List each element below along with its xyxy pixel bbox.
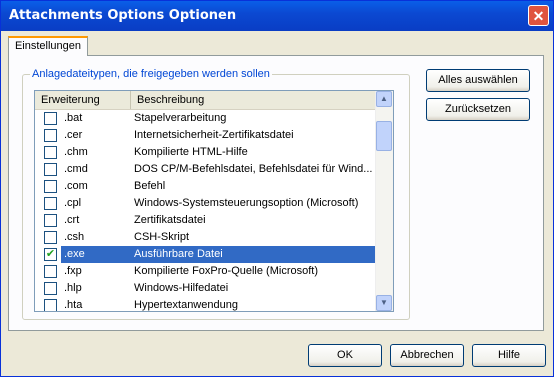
description-cell: Kompilierte HTML-Hilfe xyxy=(134,146,248,158)
list-item[interactable]: .cpl Windows-Systemsteuerungsoption (Micr… xyxy=(35,195,377,212)
description-cell: Hypertextanwendung xyxy=(134,299,238,311)
arrow-down-icon: ▼ xyxy=(380,298,388,307)
list-item[interactable]: .bat Stapelverarbeitung xyxy=(35,110,377,127)
list-item[interactable]: .cer Internetsicherheit-Zertifikatsdatei xyxy=(35,127,377,144)
list-item[interactable]: ✔ .exe Ausführbare Datei xyxy=(35,246,377,263)
ok-button[interactable]: OK xyxy=(308,344,382,367)
extension-cell: .com xyxy=(64,180,88,192)
row-checkbox[interactable] xyxy=(44,163,57,176)
description-cell: DOS CP/M-Befehlsdatei, Befehlsdatei für … xyxy=(134,163,373,175)
extension-cell: .cmd xyxy=(64,163,88,175)
close-icon: ✕ xyxy=(532,8,545,24)
list-item[interactable]: .com Befehl xyxy=(35,178,377,195)
list-item[interactable]: .crt Zertifikatsdatei xyxy=(35,212,377,229)
list-item[interactable]: .hta Hypertextanwendung xyxy=(35,297,377,311)
column-header-description[interactable]: Beschreibung xyxy=(131,91,377,109)
description-cell: CSH-Skript xyxy=(134,231,190,243)
row-checkbox[interactable] xyxy=(44,112,57,125)
description-cell: Kompilierte FoxPro-Quelle (Microsoft) xyxy=(134,265,318,277)
row-checkbox[interactable] xyxy=(44,231,57,244)
row-checkbox[interactable] xyxy=(44,197,57,210)
window-title: Attachments Options Optionen xyxy=(9,8,237,23)
description-cell: Zertifikatsdatei xyxy=(134,214,206,226)
scroll-thumb[interactable] xyxy=(376,121,392,151)
extension-cell: .fxp xyxy=(64,265,82,277)
description-cell: Stapelverarbeitung xyxy=(134,112,227,124)
reset-button[interactable]: Zurücksetzen xyxy=(426,98,530,121)
description-cell: Windows-Hilfedatei xyxy=(134,282,229,294)
extension-cell: .cpl xyxy=(64,197,82,209)
scroll-up-button[interactable]: ▲ xyxy=(376,91,392,107)
column-header-extension[interactable]: Erweiterung xyxy=(35,91,131,109)
list-item[interactable]: .chm Kompilierte HTML-Hilfe xyxy=(35,144,377,161)
row-checkbox[interactable] xyxy=(44,282,57,295)
extension-cell: .hta xyxy=(64,299,83,311)
checkmark-icon: ✔ xyxy=(45,248,56,260)
extension-cell: .csh xyxy=(64,231,85,243)
cancel-button[interactable]: Abbrechen xyxy=(390,344,464,367)
list-item[interactable]: .fxp Kompilierte FoxPro-Quelle (Microsoft… xyxy=(35,263,377,280)
description-cell: Befehl xyxy=(134,180,166,192)
help-button[interactable]: Hilfe xyxy=(472,344,546,367)
row-checkbox[interactable]: ✔ xyxy=(44,248,57,261)
group-label: Anlagedateitypen, die freigegeben werden… xyxy=(30,68,272,80)
description-cell: Ausführbare Datei xyxy=(131,246,377,263)
list-item[interactable]: .hlp Windows-Hilfedatei xyxy=(35,280,377,297)
extension-cell: .chm xyxy=(64,146,88,158)
extension-cell: .crt xyxy=(64,214,80,226)
extension-cell: .bat xyxy=(64,112,83,124)
tab-einstellungen[interactable]: Einstellungen xyxy=(8,36,88,56)
row-checkbox[interactable] xyxy=(44,146,57,159)
arrow-up-icon: ▲ xyxy=(380,94,388,103)
list-header: Erweiterung Beschreibung xyxy=(35,91,377,110)
vertical-scrollbar[interactable]: ▲ ▼ xyxy=(375,91,393,311)
extension-cell: .cer xyxy=(64,129,83,141)
close-button[interactable]: ✕ xyxy=(528,5,549,26)
file-types-list[interactable]: Erweiterung Beschreibung .bat Stapelverar… xyxy=(34,90,394,312)
extension-cell: .exe xyxy=(61,246,131,263)
row-checkbox[interactable] xyxy=(44,180,57,193)
list-item[interactable]: .csh CSH-Skript xyxy=(35,229,377,246)
select-all-button[interactable]: Alles auswählen xyxy=(426,69,530,92)
description-cell: Internetsicherheit-Zertifikatsdatei xyxy=(134,129,294,141)
row-checkbox[interactable] xyxy=(44,214,57,227)
list-item[interactable]: .cmd DOS CP/M-Befehlsdatei, Befehlsdatei … xyxy=(35,161,377,178)
scroll-down-button[interactable]: ▼ xyxy=(376,295,392,311)
description-cell: Windows-Systemsteuerungsoption (Microsof… xyxy=(134,197,359,209)
extension-cell: .hlp xyxy=(64,282,82,294)
row-checkbox[interactable] xyxy=(44,129,57,142)
row-checkbox[interactable] xyxy=(44,265,57,278)
row-checkbox[interactable] xyxy=(44,299,57,311)
title-bar[interactable]: Attachments Options Optionen ✕ xyxy=(1,1,553,31)
